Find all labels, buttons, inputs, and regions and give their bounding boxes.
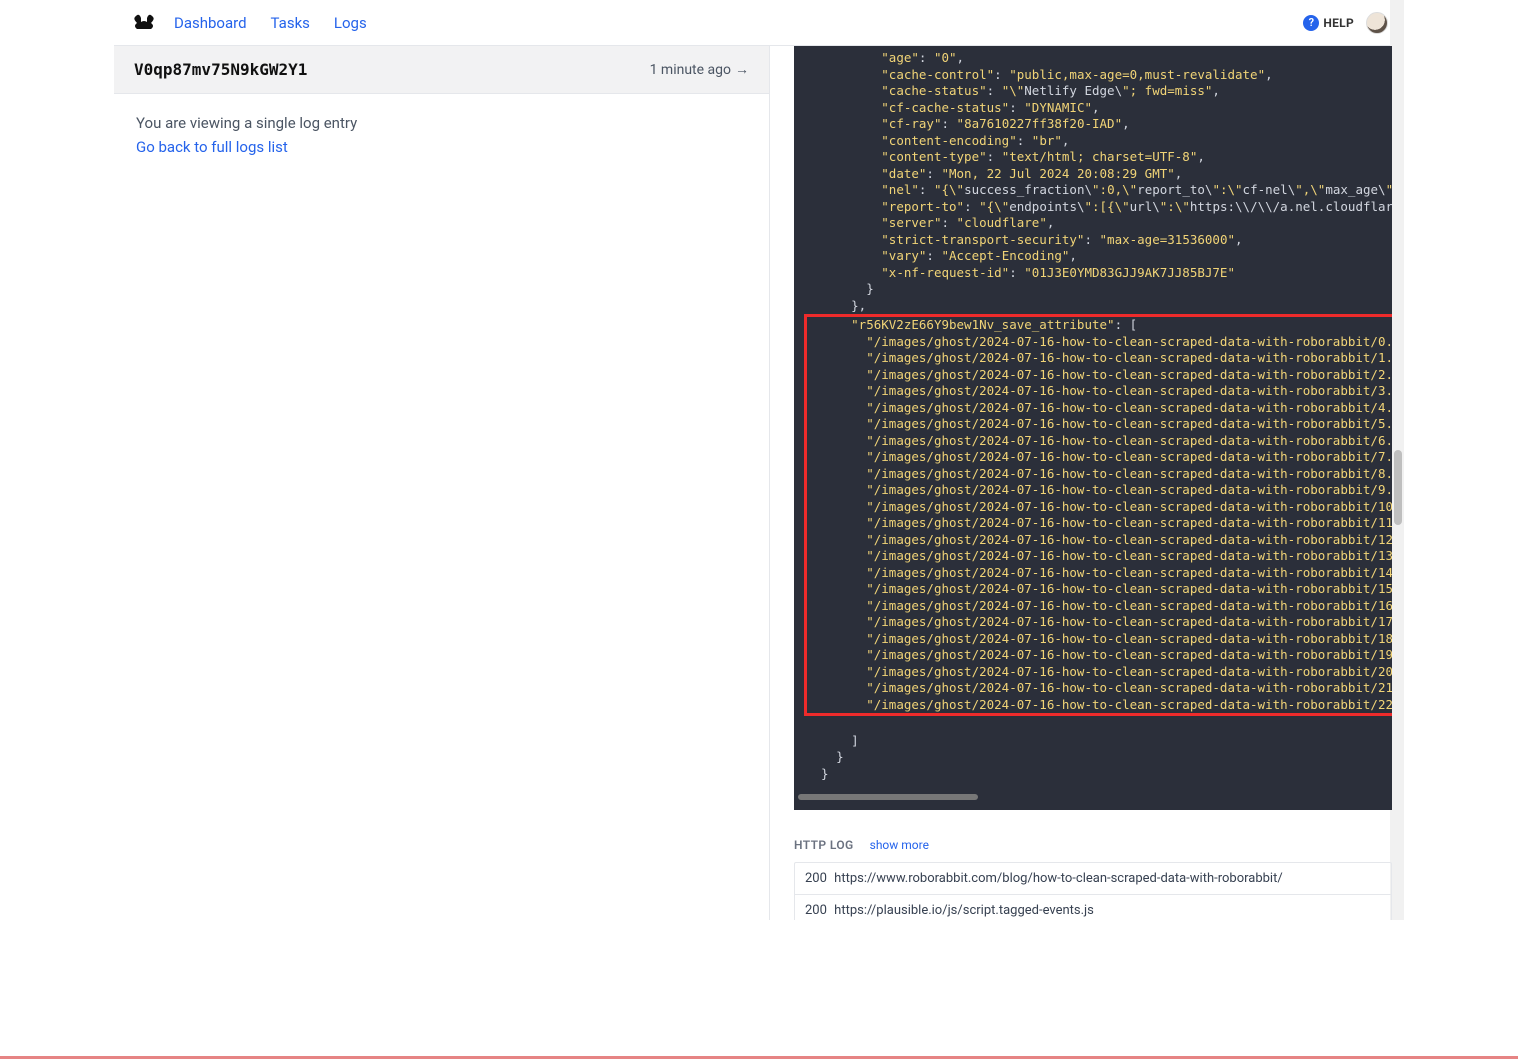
http-log-row[interactable]: 200 https://www.roborabbit.com/blog/how-… [795, 863, 1391, 895]
code-scroll-area[interactable]: "age": "0", "cache-control": "public,max… [794, 46, 1392, 792]
http-log-title: HTTP LOG [794, 838, 854, 852]
log-entry-id: V0qp87mv75N9kGW2Y1 [134, 60, 307, 79]
brand-logo[interactable] [130, 13, 158, 33]
http-log-row[interactable]: 200 https://plausible.io/js/script.tagge… [795, 895, 1391, 920]
nav-dashboard[interactable]: Dashboard [174, 14, 247, 32]
http-log-show-more[interactable]: show more [870, 838, 929, 852]
rabbit-icon [131, 14, 157, 32]
viewing-message: You are viewing a single log entry [136, 114, 747, 132]
avatar[interactable] [1366, 12, 1388, 34]
code-panel: "age": "0", "cache-control": "public,max… [794, 46, 1392, 810]
http-status: 200 [805, 871, 830, 886]
log-entry-time[interactable]: 1 minute ago → [650, 61, 749, 78]
back-to-logs-link[interactable]: Go back to full logs list [136, 138, 288, 156]
code-block: "age": "0", "cache-control": "public,max… [794, 46, 1392, 792]
http-log-rows: 200 https://www.roborabbit.com/blog/how-… [794, 862, 1392, 920]
log-entry-header: V0qp87mv75N9kGW2Y1 1 minute ago → [114, 46, 769, 94]
log-entry-time-text: 1 minute ago [650, 62, 731, 78]
top-nav: Dashboard Tasks Logs ? HELP [114, 0, 1404, 46]
http-url: https://www.roborabbit.com/blog/how-to-c… [834, 871, 1283, 886]
nav-tasks[interactable]: Tasks [271, 14, 310, 32]
nav-logs[interactable]: Logs [334, 14, 367, 32]
code-horizontal-scrollbar[interactable] [794, 792, 1392, 802]
arrow-right-icon: → [735, 61, 749, 78]
http-status: 200 [805, 903, 830, 918]
help-label: HELP [1323, 16, 1354, 30]
help-icon: ? [1303, 15, 1319, 31]
http-url: https://plausible.io/js/script.tagged-ev… [834, 903, 1094, 918]
help-link[interactable]: ? HELP [1303, 15, 1354, 31]
